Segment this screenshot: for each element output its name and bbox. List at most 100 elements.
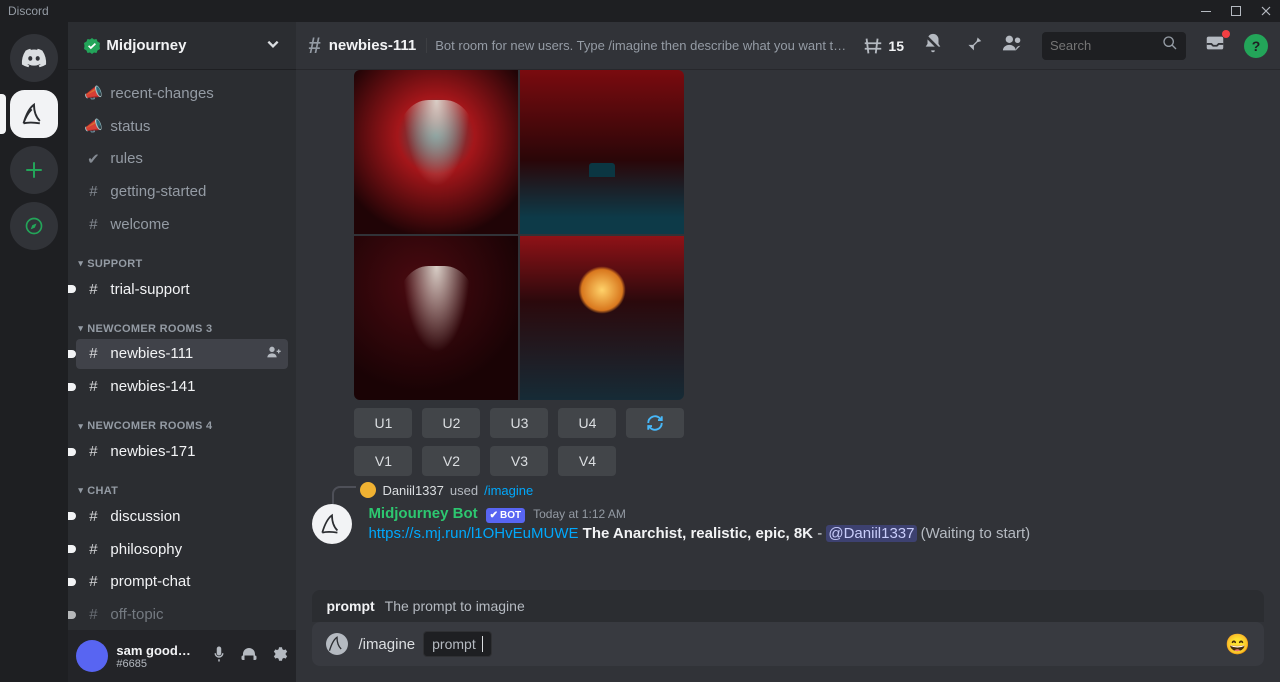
user-name: sam good… — [116, 643, 202, 658]
message-list[interactable]: U1 U2 U3 U4 V1 V2 V3 V4 Daniil1337 us — [296, 70, 1280, 590]
verified-icon — [84, 38, 100, 54]
channel-header: # newbies-111 Bot room for new users. Ty… — [296, 22, 1280, 70]
attach-button[interactable] — [326, 633, 348, 655]
channel-title: # newbies-111 — [308, 33, 416, 59]
main-area: # newbies-111 Bot room for new users. Ty… — [296, 22, 1280, 682]
server-midjourney[interactable] — [10, 90, 58, 138]
category-newcomer-3[interactable]: ▾NEWCOMER ROOMS 3 — [78, 323, 288, 335]
bot-avatar[interactable] — [312, 504, 352, 544]
category-support[interactable]: ▾SUPPORT — [78, 258, 288, 270]
channel-philosophy[interactable]: #philosophy — [76, 534, 288, 565]
window-controls — [1200, 5, 1272, 17]
hash-icon: # — [84, 345, 102, 362]
channel-newbies-141[interactable]: #newbies-141 — [76, 371, 288, 402]
reply-avatar — [360, 482, 376, 498]
autocomplete-option: prompt — [326, 598, 374, 614]
image-tile-2 — [520, 70, 684, 234]
hash-icon: # — [84, 378, 102, 395]
deafen-icon[interactable] — [240, 645, 258, 668]
v1-button[interactable]: V1 — [354, 446, 412, 476]
slash-command: /imagine — [358, 636, 415, 653]
channel-sidebar: Midjourney 📣recent-changes 📣status ✔rule… — [68, 22, 296, 682]
message-link[interactable]: https://s.mj.run/l1OHvEuMUWE — [368, 525, 578, 542]
message-author[interactable]: Midjourney Bot — [368, 504, 477, 524]
user-panel: sam good… #6685 — [68, 630, 296, 682]
settings-icon[interactable] — [270, 645, 288, 668]
channel-prompt-chat[interactable]: #prompt-chat — [76, 566, 288, 597]
hash-icon: # — [84, 508, 102, 525]
u2-button[interactable]: U2 — [422, 408, 480, 438]
announcement-icon: 📣 — [84, 84, 102, 102]
search-input[interactable] — [1050, 38, 1156, 53]
channel-recent-changes[interactable]: 📣recent-changes — [76, 78, 288, 109]
chevron-down-icon — [266, 37, 280, 55]
announcement-icon: 📣 — [84, 117, 102, 135]
search-box[interactable] — [1042, 32, 1186, 60]
minimize-icon[interactable] — [1200, 5, 1212, 17]
threads-button[interactable]: 15 — [862, 35, 904, 57]
reply-context[interactable]: Daniil1337 used /imagine — [360, 482, 533, 498]
image-tile-3 — [354, 236, 518, 400]
user-tag: #6685 — [116, 658, 202, 670]
titlebar: Discord — [0, 0, 1280, 22]
emoji-button[interactable]: 😄 — [1225, 632, 1250, 657]
explore-button[interactable] — [10, 202, 58, 250]
channel-getting-started[interactable]: #getting-started — [76, 176, 288, 207]
create-invite-icon[interactable] — [266, 344, 282, 363]
pinned-icon[interactable] — [962, 32, 984, 59]
mute-icon[interactable] — [210, 645, 228, 668]
hash-icon: # — [84, 216, 102, 233]
upscale-row: U1 U2 U3 U4 — [354, 408, 1264, 438]
u1-button[interactable]: U1 — [354, 408, 412, 438]
channel-topic[interactable]: Bot room for new users. Type /imagine th… — [426, 38, 852, 53]
maximize-icon[interactable] — [1230, 5, 1242, 17]
message-timestamp: Today at 1:12 AM — [533, 506, 626, 522]
image-tile-4 — [520, 236, 684, 400]
v2-button[interactable]: V2 — [422, 446, 480, 476]
variation-row: V1 V2 V3 V4 — [354, 446, 1264, 476]
hash-icon: # — [84, 541, 102, 558]
channel-newbies-171[interactable]: #newbies-171 — [76, 436, 288, 467]
v3-button[interactable]: V3 — [490, 446, 548, 476]
user-info[interactable]: sam good… #6685 — [116, 643, 202, 670]
message: Daniil1337 used /imagine Midjourney Bot … — [312, 504, 1264, 545]
message-content: https://s.mj.run/l1OHvEuMUWE The Anarchi… — [368, 524, 1264, 544]
inbox-icon[interactable] — [1204, 32, 1226, 59]
message-composer[interactable]: /imagine prompt 😄 — [312, 622, 1264, 666]
notification-icon[interactable] — [922, 32, 944, 59]
dm-home-button[interactable] — [10, 34, 58, 82]
channel-discussion[interactable]: #discussion — [76, 501, 288, 532]
channel-off-topic[interactable]: #off-topic — [76, 599, 288, 630]
server-rail — [0, 22, 68, 682]
param-chip[interactable]: prompt — [423, 631, 492, 657]
u4-button[interactable]: U4 — [558, 408, 616, 438]
hash-icon: # — [84, 573, 102, 590]
channel-welcome[interactable]: #welcome — [76, 209, 288, 240]
category-newcomer-4[interactable]: ▾NEWCOMER ROOMS 4 — [78, 420, 288, 432]
generated-image-grid[interactable] — [354, 70, 684, 400]
help-button[interactable]: ? — [1244, 34, 1268, 58]
user-avatar[interactable] — [76, 640, 108, 672]
channel-rules[interactable]: ✔rules — [76, 144, 288, 175]
u3-button[interactable]: U3 — [490, 408, 548, 438]
category-chat[interactable]: ▾CHAT — [78, 485, 288, 497]
members-icon[interactable] — [1002, 32, 1024, 59]
channel-list: 📣recent-changes 📣status ✔rules #getting-… — [68, 70, 296, 630]
autocomplete-popup[interactable]: prompt The prompt to imagine — [312, 590, 1264, 622]
server-header[interactable]: Midjourney — [68, 22, 296, 70]
reroll-button[interactable] — [626, 408, 684, 438]
composer-content[interactable]: /imagine prompt — [358, 631, 1215, 657]
v4-button[interactable]: V4 — [558, 446, 616, 476]
channel-trial-support[interactable]: #trial-support — [76, 274, 288, 305]
search-icon — [1162, 35, 1178, 56]
server-name: Midjourney — [106, 37, 186, 54]
hash-icon: # — [84, 443, 102, 460]
channel-status[interactable]: 📣status — [76, 111, 288, 142]
bot-tag: ✔ BOT — [486, 508, 526, 523]
close-icon[interactable] — [1260, 5, 1272, 17]
user-mention[interactable]: @Daniil1337 — [826, 525, 916, 542]
hash-icon: # — [308, 33, 320, 59]
add-server-button[interactable] — [10, 146, 58, 194]
channel-newbies-111[interactable]: #newbies-111 — [76, 339, 288, 370]
app-name: Discord — [8, 4, 49, 18]
